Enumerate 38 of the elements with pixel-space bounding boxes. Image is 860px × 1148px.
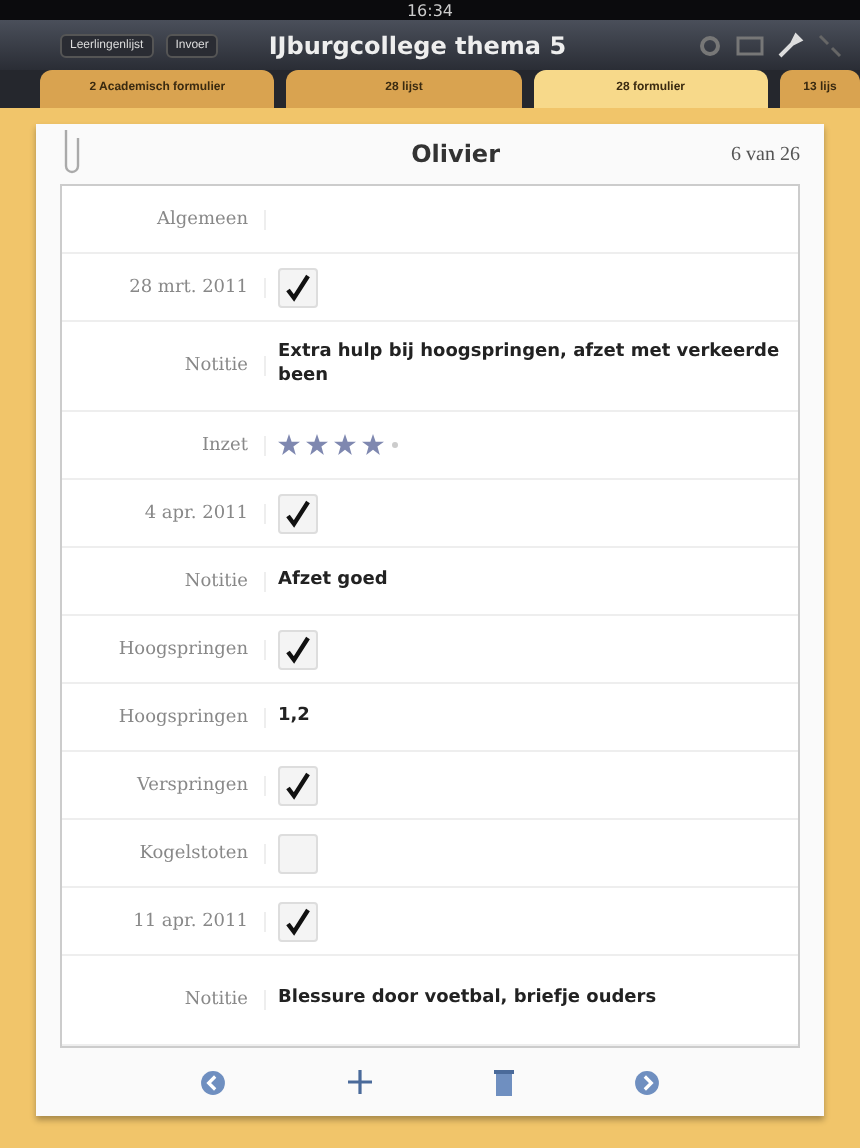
forward-icon[interactable]	[634, 1069, 660, 1095]
field-label: 28 mrt. 2011	[62, 277, 266, 297]
paperclip-icon	[60, 130, 80, 178]
back-icon[interactable]	[200, 1069, 226, 1095]
checkbox[interactable]	[278, 267, 318, 307]
field-label: 4 apr. 2011	[62, 503, 266, 523]
checkbox[interactable]	[278, 833, 318, 873]
add-icon[interactable]	[346, 1068, 374, 1096]
checkbox[interactable]	[278, 901, 318, 941]
checkbox[interactable]	[278, 493, 318, 533]
field-value: Extra hulp bij hoogspringen, afzet met verkeerde been	[278, 342, 782, 390]
field-label: 11 apr. 2011	[62, 911, 266, 931]
star-icon[interactable]	[334, 434, 356, 456]
field-label: Notitie	[62, 356, 266, 376]
field-value: Afzet goed	[278, 569, 388, 593]
star-icon[interactable]	[362, 434, 384, 456]
window-title: IJburgcollege thema 5	[266, 31, 569, 60]
record-position: 6 van 26	[731, 143, 800, 165]
field-label: Hoogspringen	[62, 639, 266, 659]
status-time: 16:34	[406, 1, 454, 20]
field-value: Blessure door voetbal, briefje ouders	[278, 988, 657, 1012]
field-label: Hoogspringen	[62, 707, 266, 727]
star-icon[interactable]	[278, 434, 300, 456]
star-icon[interactable]	[306, 434, 328, 456]
field-label: Verspringen	[62, 775, 266, 795]
checkbox[interactable]	[278, 765, 318, 805]
field-label: Inzet	[62, 435, 266, 455]
dot-icon[interactable]	[390, 440, 400, 450]
field-label: Notitie	[62, 990, 266, 1010]
field-value: 1,2	[278, 705, 310, 729]
trash-icon[interactable]	[494, 1068, 514, 1096]
wrench-icon[interactable]	[776, 31, 804, 60]
screen-icon[interactable]	[736, 31, 764, 60]
field-label: Notitie	[62, 571, 266, 591]
record-title: Olivier	[409, 140, 502, 168]
checkbox[interactable]	[278, 629, 318, 669]
field-label: Kogelstoten	[62, 843, 266, 863]
field-label: Algemeen	[62, 209, 266, 229]
